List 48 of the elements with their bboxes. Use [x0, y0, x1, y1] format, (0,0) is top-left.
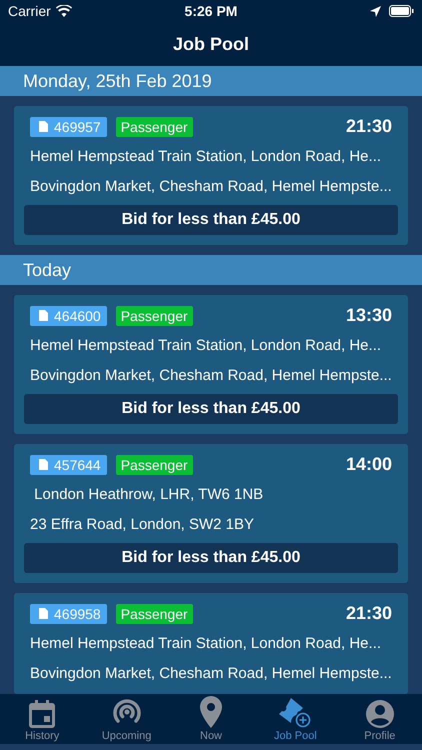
tab-item[interactable]: Upcoming [84, 694, 169, 744]
job-id: 469958 [54, 606, 101, 622]
document-icon [39, 121, 48, 132]
screen-title: Job Pool [173, 34, 249, 54]
pickup-address: Hemel Hempstead Train Station, London Road, He... [29, 147, 382, 167]
battery-icon [389, 5, 414, 17]
location-arrow-icon [370, 6, 382, 16]
job-time: 13:30 [346, 305, 392, 326]
job-card[interactable]: 469957 Passenger 21:30 Hemel Hempstead Train Station, London Road, He... Bovingdon Market, Chesham Road, Hemel Hempste... Bid for less than £45.00 [14, 106, 408, 245]
document-icon [39, 310, 48, 321]
job-id: 457644 [54, 456, 101, 472]
bid-button[interactable]: Bid for less than £45.00 [24, 394, 398, 424]
passenger-tag: Passenger [116, 306, 193, 326]
tab-item[interactable]: History [0, 694, 84, 744]
job-card[interactable]: 457644 Passenger 14:00 London Heathrow, LHR, TW6 1NB 23 Effra Road, London, SW2 1BY Bid for less than £45.00 [14, 444, 408, 583]
location-pin-icon [200, 696, 222, 728]
ticket-add-icon [279, 698, 312, 728]
calendar-icon [29, 700, 56, 728]
wifi-icon [56, 5, 72, 17]
passenger-tag: Passenger [116, 454, 193, 474]
section-header: Today [23, 260, 72, 280]
tab-item[interactable]: Profile [338, 694, 422, 744]
dropoff-address: Bovingdon Market, Chesham Road, Hemel Hempste... [29, 177, 393, 197]
profile-icon [366, 700, 394, 728]
pickup-address: Hemel Hempstead Train Station, London Road, He... [29, 634, 382, 654]
passenger-tag: Passenger [116, 116, 193, 136]
dropoff-address: Bovingdon Market, Chesham Road, Hemel Hempste... [29, 664, 393, 684]
tab-item[interactable]: Job Pool [253, 694, 338, 744]
job-id: 469957 [54, 118, 101, 134]
document-icon [39, 608, 48, 619]
passenger-tag: Passenger [116, 604, 193, 624]
dropoff-address: Bovingdon Market, Chesham Road, Hemel Hempste... [29, 366, 393, 386]
job-time: 21:30 [346, 116, 392, 137]
pickup-address: London Heathrow, LHR, TW6 1NB [33, 485, 264, 505]
pickup-address: Hemel Hempstead Train Station, London Road, He... [29, 336, 382, 356]
section-header: Monday, 25th Feb 2019 [23, 70, 212, 92]
job-card[interactable]: 464600 Passenger 13:30 Hemel Hempstead Train Station, London Road, He... Bovingdon Market, Chesham Road, Hemel Hempste... Bid for less than £45.00 [14, 295, 408, 434]
clock-time: 5:26 PM [184, 3, 238, 19]
bid-button[interactable]: Bid for less than £45.00 [24, 543, 398, 573]
bid-button[interactable]: Bid for less than £45.00 [24, 205, 398, 235]
job-time: 21:30 [346, 603, 392, 624]
job-time: 14:00 [346, 454, 392, 475]
document-icon [39, 459, 48, 470]
carrier-label: Carrier [8, 3, 51, 19]
job-id: 464600 [54, 308, 101, 324]
dropoff-address: 23 Effra Road, London, SW2 1BY [29, 515, 256, 535]
job-card[interactable]: 469958 Passenger 21:30 Hemel Hempstead Train Station, London Road, He... Bovingdon Market, Chesham Road, Hemel Hempste... [14, 593, 408, 694]
tab-item[interactable]: Now [168, 694, 254, 744]
